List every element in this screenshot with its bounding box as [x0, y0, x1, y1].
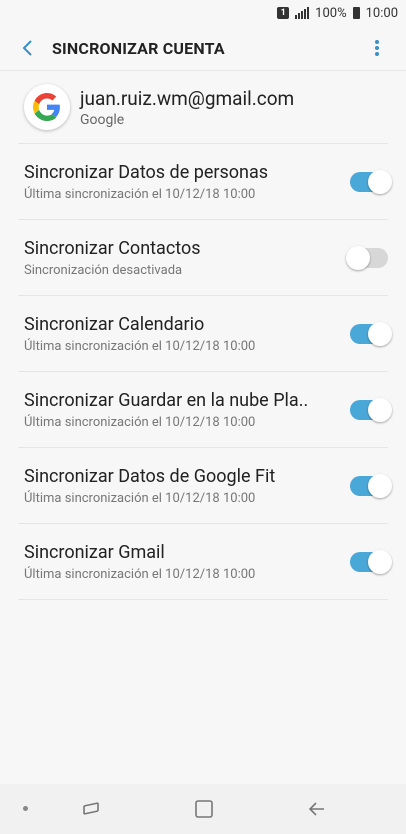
account-type: Google: [80, 111, 125, 128]
sync-item-title: Sincronizar Calendario: [24, 313, 205, 335]
account-header: juan.ruiz.wm@gmail.com Google: [18, 71, 388, 144]
system-nav-bar: [0, 784, 406, 834]
battery-percent: 100%: [315, 5, 347, 21]
sync-item-subtitle: Última sincronización el 10/12/18 10:00: [24, 414, 256, 430]
sync-item-datos-personas[interactable]: Sincronizar Datos de personas Última sin…: [18, 144, 392, 220]
sync-item-guardar-nube[interactable]: Sincronizar Guardar en la nube Pla.. Últ…: [18, 372, 392, 448]
nav-back-button[interactable]: [306, 798, 328, 824]
nav-dot-icon: [23, 806, 28, 811]
back-arrow-icon: [22, 40, 32, 56]
home-icon: [195, 800, 213, 818]
sync-toggle[interactable]: [350, 321, 392, 346]
sync-item-title: Sincronizar Datos de Google Fit: [24, 465, 276, 487]
sync-item-title: Sincronizar Guardar en la nube Pla..: [24, 389, 309, 411]
status-bar: 1 100% 10:00: [0, 0, 406, 26]
home-button[interactable]: [193, 798, 215, 824]
back-button[interactable]: [6, 26, 48, 70]
sync-toggle[interactable]: [350, 169, 392, 194]
signal-icon: [295, 7, 310, 19]
more-options-button[interactable]: [366, 37, 388, 59]
battery-icon: [352, 7, 360, 19]
sync-item-subtitle: Última sincronización el 10/12/18 10:00: [24, 566, 256, 582]
sync-toggle[interactable]: [350, 473, 392, 498]
sync-item-subtitle: Última sincronización el 10/12/18 10:00: [24, 490, 256, 506]
page-title: SINCRONIZAR CUENTA: [52, 38, 225, 58]
sync-item-title: Sincronizar Contactos: [24, 237, 201, 259]
sync-item-title: Sincronizar Datos de personas: [24, 161, 269, 183]
sync-item-calendario[interactable]: Sincronizar Calendario Última sincroniza…: [18, 296, 392, 372]
clock: 10:00: [365, 5, 398, 21]
recent-apps-button[interactable]: [80, 798, 102, 824]
sync-toggle[interactable]: [346, 245, 388, 270]
app-bar: SINCRONIZAR CUENTA: [0, 26, 406, 71]
sync-item-subtitle: Última sincronización el 10/12/18 10:00: [24, 186, 256, 202]
google-logo-icon: [24, 84, 70, 130]
sync-item-contactos[interactable]: Sincronizar Contactos Sincronización des…: [18, 220, 388, 296]
sync-list: Sincronizar Datos de personas Última sin…: [18, 144, 392, 600]
sim-icon: 1: [277, 7, 290, 19]
more-vert-icon: [375, 40, 379, 56]
sync-item-title: Sincronizar Gmail: [24, 541, 165, 563]
sync-toggle[interactable]: [350, 397, 392, 422]
recent-apps-icon: [83, 802, 99, 815]
sync-item-subtitle: Sincronización desactivada: [24, 262, 183, 278]
sync-item-gmail[interactable]: Sincronizar Gmail Última sincronización …: [18, 524, 392, 600]
sync-item-google-fit[interactable]: Sincronizar Datos de Google Fit Última s…: [18, 448, 392, 524]
account-email: juan.ruiz.wm@gmail.com: [80, 86, 295, 110]
sync-toggle[interactable]: [350, 549, 392, 574]
sync-item-subtitle: Última sincronización el 10/12/18 10:00: [24, 338, 256, 354]
nav-back-icon: [308, 802, 324, 816]
